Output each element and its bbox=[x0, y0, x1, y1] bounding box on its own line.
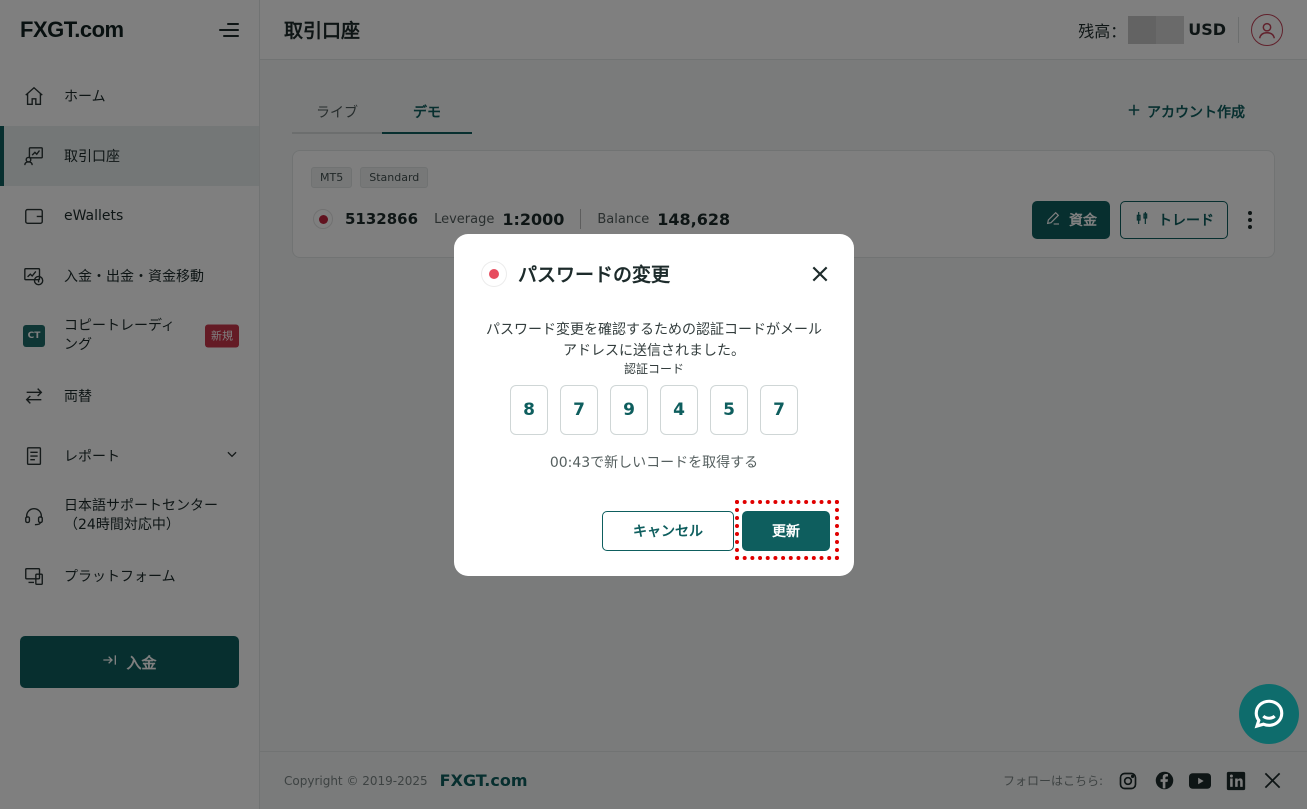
code-label: 認証コード bbox=[623, 362, 684, 376]
code-digit-input[interactable]: 7 bbox=[560, 385, 598, 435]
code-digit-input[interactable]: 9 bbox=[610, 385, 648, 435]
resend-code-timer: 00:43で新しいコードを取得する bbox=[549, 455, 759, 471]
code-digit-input[interactable]: 8 bbox=[510, 385, 548, 435]
close-icon[interactable] bbox=[810, 264, 830, 284]
verification-code-inputs: 8 7 9 4 5 7 bbox=[510, 385, 798, 435]
highlight-annotation bbox=[735, 500, 839, 560]
code-digit-input[interactable]: 7 bbox=[760, 385, 798, 435]
chat-support-icon[interactable] bbox=[1239, 684, 1299, 744]
password-change-dialog: パスワードの変更 パスワード変更を確認するための認証コードがメール アドレスに送… bbox=[454, 234, 854, 576]
code-digit-input[interactable]: 4 bbox=[660, 385, 698, 435]
dialog-description: パスワード変更を確認するための認証コードがメール アドレスに送信されました。 bbox=[486, 322, 822, 359]
cancel-button[interactable]: キャンセル bbox=[602, 511, 734, 551]
status-dot-icon bbox=[482, 262, 506, 286]
code-digit-input[interactable]: 5 bbox=[710, 385, 748, 435]
dialog-title: パスワードの変更 bbox=[518, 264, 671, 286]
